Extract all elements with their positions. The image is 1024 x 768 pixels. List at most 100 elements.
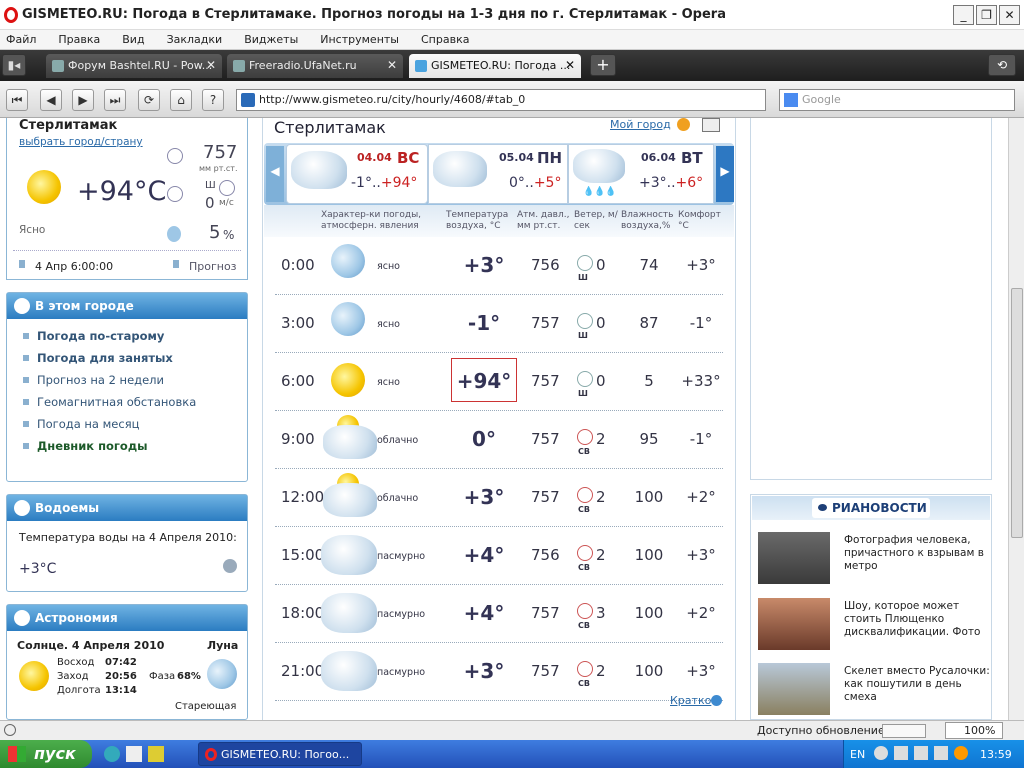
news-item[interactable]: Фотография человека, причастного к взрыв… xyxy=(758,532,994,594)
panel-toggle-icon[interactable]: ▮◂ xyxy=(2,54,26,76)
update-available[interactable]: Доступно обновление xyxy=(757,724,885,737)
zoom-control[interactable]: 100% xyxy=(945,722,1003,739)
menu-tools[interactable]: Инструменты xyxy=(314,30,399,46)
news-text[interactable]: Фотография человека, причастного к взрыв… xyxy=(844,534,994,573)
back-icon[interactable]: ◀ xyxy=(40,89,62,111)
my-city-link[interactable]: Мой город xyxy=(610,118,671,131)
quicklaunch-icon[interactable] xyxy=(126,746,142,762)
security-icon[interactable]: ? xyxy=(202,89,224,111)
home-icon[interactable]: ⌂ xyxy=(170,89,192,111)
status-icon[interactable] xyxy=(4,724,16,736)
wind-direction-icon xyxy=(577,603,593,619)
day-tab-2[interactable]: 05.04 ПН 0°..+5° xyxy=(428,144,568,204)
next-day-arrow[interactable]: ▶ xyxy=(716,146,734,202)
tray-icon[interactable] xyxy=(934,746,948,760)
current-weather-panel: Стерлитамак выбрать город/страну +94°C 7… xyxy=(6,118,248,280)
tray-icon[interactable] xyxy=(894,746,908,760)
brief-arrow-icon[interactable] xyxy=(711,695,722,706)
news-item[interactable]: Шоу, которое может стоить Плющенко дискв… xyxy=(758,598,994,660)
tray-icon[interactable] xyxy=(874,746,888,760)
sun-icon xyxy=(27,170,61,204)
vertical-scrollbar[interactable] xyxy=(1008,118,1024,720)
rain-cloud-icon xyxy=(573,149,625,183)
tab-close-icon[interactable]: ✕ xyxy=(387,58,397,72)
forward-icon[interactable]: ▶ xyxy=(72,89,94,111)
taskbar-item-opera[interactable]: GISMETEO.RU: Погоо... xyxy=(198,742,362,766)
language-indicator[interactable]: EN xyxy=(850,748,865,761)
address-input[interactable]: http://www.gismeteo.ru/city/hourly/4608/… xyxy=(236,89,766,111)
row-condition: ясно xyxy=(377,319,400,330)
scrollbar-thumb[interactable] xyxy=(1011,288,1023,538)
link-busy-weather[interactable]: Погода для занятых xyxy=(19,347,247,369)
tab-gismeteo[interactable]: GISMETEO.RU: Погода ... ✕ xyxy=(409,54,581,78)
row-comfort: +3° xyxy=(686,662,716,680)
tab-freeradio[interactable]: Freeradio.UfaNet.ru ✕ xyxy=(227,54,403,78)
news-photo[interactable] xyxy=(758,663,830,715)
wind-compass-icon xyxy=(219,180,235,196)
link-monthly-weather[interactable]: Погода на месяц xyxy=(19,413,247,435)
menu-edit[interactable]: Правка xyxy=(52,30,100,46)
menu-view[interactable]: Вид xyxy=(116,30,144,46)
row-wind-speed: 0 xyxy=(596,372,606,390)
info-icon[interactable] xyxy=(223,559,237,573)
minimize-button[interactable]: _ xyxy=(953,5,974,25)
choose-city-link[interactable]: выбрать город/страну xyxy=(19,136,143,148)
wind-unit: м/с xyxy=(219,198,234,208)
menu-widgets[interactable]: Виджеты xyxy=(238,30,298,46)
link-two-week-forecast[interactable]: Прогноз на 2 недели xyxy=(19,369,247,391)
reload-icon[interactable]: ⟳ xyxy=(138,89,160,111)
fast-forward-icon[interactable]: ⏭ xyxy=(104,89,126,111)
ie-icon[interactable] xyxy=(104,746,120,762)
clock[interactable]: 13:59 xyxy=(980,748,1012,761)
tray-icon[interactable] xyxy=(954,746,968,760)
news-text[interactable]: Скелет вместо Русалочки: как пошутили в … xyxy=(844,665,994,704)
row-temperature: +94° xyxy=(451,358,517,402)
table-row: 12:00 облачно +3° 757 СВ 2 100 +2° xyxy=(275,469,723,527)
day-tab-1[interactable]: 04.04 ВС -1°..+94° xyxy=(286,144,428,204)
link-geomagnetic[interactable]: Геомагнитная обстановка xyxy=(19,391,247,413)
table-row: 9:00 облачно 0° 757 СВ 2 95 -1° xyxy=(275,411,723,469)
help-icon[interactable] xyxy=(677,118,690,131)
tab-close-icon[interactable]: ✕ xyxy=(565,58,575,72)
pressure-unit: мм рт.ст. xyxy=(199,164,238,173)
news-item[interactable]: Скелет вместо Русалочки: как пошутили в … xyxy=(758,663,994,720)
prev-day-arrow[interactable]: ◀ xyxy=(266,146,284,202)
sun-title: Солнце. 4 Апреля 2010 xyxy=(17,639,165,652)
search-input[interactable]: Google xyxy=(779,89,1015,111)
start-button[interactable]: пуск xyxy=(0,740,92,768)
row-temperature: 0° xyxy=(472,427,496,451)
address-url: http://www.gismeteo.ru/city/hourly/4608/… xyxy=(259,93,526,106)
wind-icon xyxy=(167,186,183,202)
rewind-icon[interactable]: ⏮ xyxy=(6,89,28,111)
header-pressure: Атм. давл., мм рт.ст. xyxy=(517,210,570,231)
forecast-link[interactable]: Прогноз xyxy=(189,260,237,273)
news-photo[interactable] xyxy=(758,532,830,584)
tab-close-icon[interactable]: ✕ xyxy=(206,58,216,72)
tray-icon[interactable] xyxy=(914,746,928,760)
link-old-style-weather[interactable]: Погода по-старому xyxy=(19,325,247,347)
link-weather-diary[interactable]: Дневник погоды xyxy=(19,435,247,457)
quicklaunch-icon[interactable] xyxy=(148,746,164,762)
day-tab-3[interactable]: 💧💧💧 06.04 ВТ +3°..+6° xyxy=(568,144,714,204)
humidity-value: 5 xyxy=(209,222,221,243)
menu-bookmarks[interactable]: Закладки xyxy=(161,30,223,46)
print-icon[interactable] xyxy=(702,118,720,132)
closed-tabs-icon[interactable]: ⟲ xyxy=(988,54,1016,76)
wind-direction-icon xyxy=(577,429,593,445)
news-photo[interactable] xyxy=(758,598,830,650)
row-wind-direction: СВ xyxy=(578,679,590,688)
menu-help[interactable]: Справка xyxy=(415,30,469,46)
navigation-bar: ⏮ ◀ ▶ ⏭ ⟳ ⌂ ? http://www.gismeteo.ru/cit… xyxy=(0,81,1024,118)
menu-file[interactable]: Файл xyxy=(0,30,36,46)
tab-favicon-icon xyxy=(415,60,427,72)
tab-bashtel[interactable]: Форум Bashtel.RU - Pow... ✕ xyxy=(46,54,222,78)
maximize-button[interactable]: ❐ xyxy=(976,5,997,25)
brief-link[interactable]: Кратко xyxy=(670,694,711,707)
row-comfort: -1° xyxy=(689,430,713,448)
moon-icon xyxy=(207,659,237,689)
row-pressure: 757 xyxy=(531,314,560,332)
new-tab-button[interactable]: + xyxy=(590,54,616,76)
view-options-icon[interactable] xyxy=(882,724,926,738)
news-text[interactable]: Шоу, которое может стоить Плющенко дискв… xyxy=(844,600,994,639)
close-button[interactable]: ✕ xyxy=(999,5,1020,25)
